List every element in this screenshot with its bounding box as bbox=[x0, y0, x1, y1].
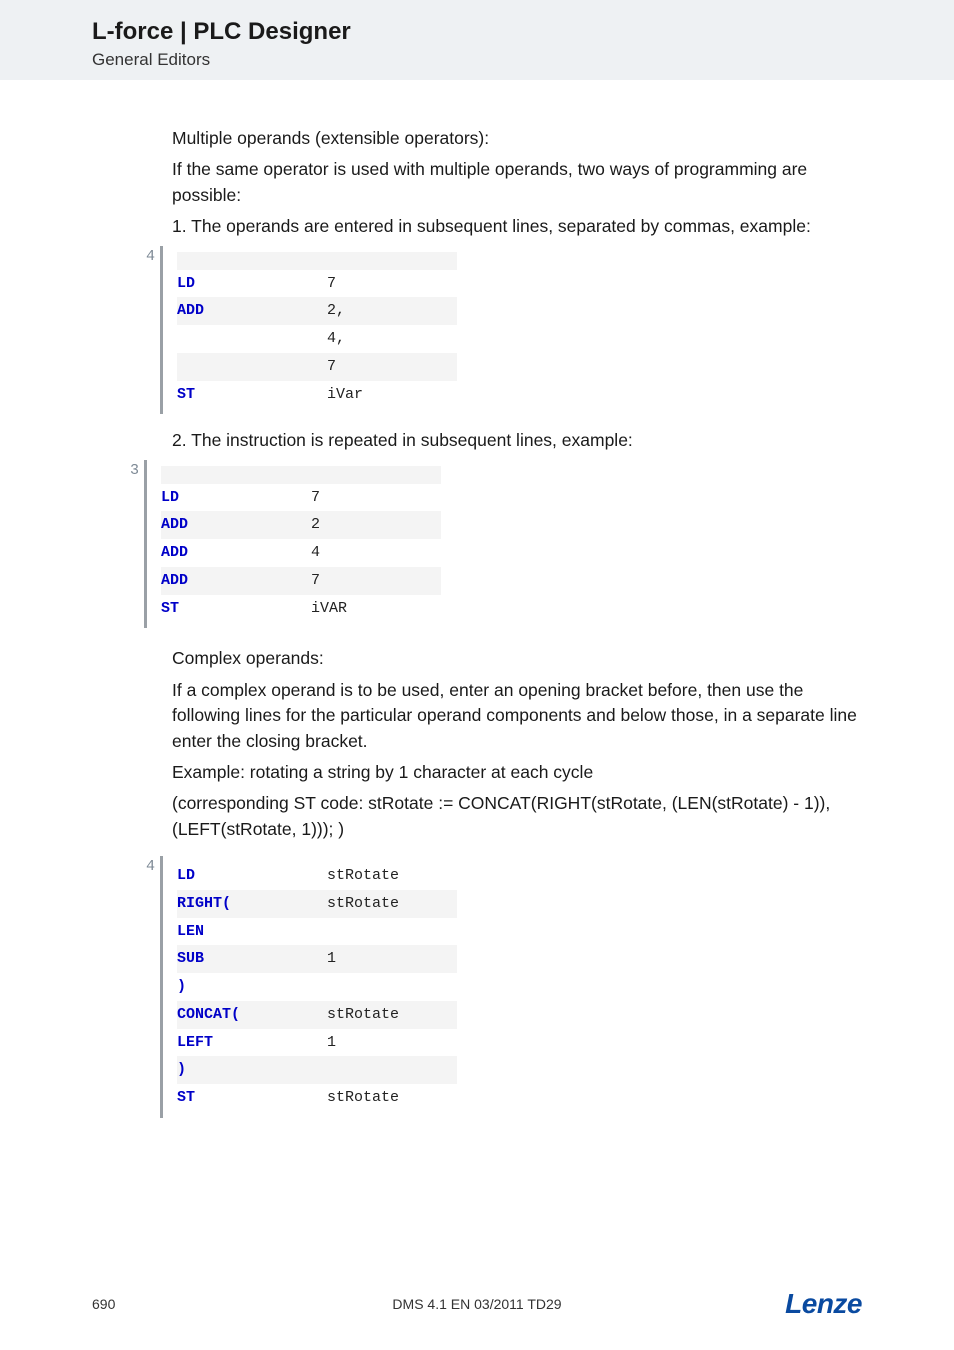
il-op: CONCAT( bbox=[177, 1001, 327, 1029]
paragraph: Complex operands: bbox=[172, 646, 862, 671]
il-op: LD bbox=[177, 862, 327, 890]
code-gutter: 3 bbox=[130, 460, 139, 482]
il-op: SUB bbox=[177, 945, 327, 973]
il-arg: stRotate bbox=[327, 862, 457, 890]
code-gutter: 4 bbox=[146, 856, 155, 878]
table-row: 7 bbox=[177, 353, 457, 381]
il-arg: stRotate bbox=[327, 1084, 457, 1112]
table-row: 4, bbox=[177, 325, 457, 353]
code-example-2: 3 LD7 ADD2 ADD4 ADD7 STiVAR bbox=[130, 460, 862, 629]
table-row: ) bbox=[177, 1056, 457, 1084]
header-title: L-force | PLC Designer bbox=[92, 18, 954, 46]
il-op: ST bbox=[177, 1084, 327, 1112]
il-op: ADD bbox=[161, 567, 311, 595]
table-row: ADD4 bbox=[161, 539, 441, 567]
code-example-3: 4 LDstRotate RIGHT(stRotate LEN SUB1 ) C… bbox=[146, 856, 862, 1118]
il-op: LEFT bbox=[177, 1029, 327, 1057]
table-row: RIGHT(stRotate bbox=[177, 890, 457, 918]
il-arg bbox=[327, 973, 457, 1001]
table-row: LDstRotate bbox=[177, 862, 457, 890]
table-row: LD7 bbox=[177, 270, 457, 298]
il-arg: 7 bbox=[311, 484, 441, 512]
il-op: ADD bbox=[161, 511, 311, 539]
table-row: ) bbox=[177, 973, 457, 1001]
paragraph: Example: rotating a string by 1 characte… bbox=[172, 760, 862, 785]
table-row: STiVAR bbox=[161, 595, 441, 623]
table-row: ADD2 bbox=[161, 511, 441, 539]
il-op: ) bbox=[177, 973, 327, 1001]
il-arg bbox=[327, 918, 457, 946]
il-arg: 4, bbox=[327, 325, 457, 353]
il-op: ) bbox=[177, 1056, 327, 1084]
brand-logo: Lenze bbox=[785, 1288, 862, 1320]
il-op: LEN bbox=[177, 918, 327, 946]
table-row: LD7 bbox=[161, 484, 441, 512]
il-op: LD bbox=[177, 270, 327, 298]
il-op bbox=[177, 325, 327, 353]
il-op: ST bbox=[161, 595, 311, 623]
table-row: ADD2, bbox=[177, 297, 457, 325]
paragraph: Multiple operands (extensible operators)… bbox=[172, 126, 862, 151]
il-arg: 1 bbox=[327, 945, 457, 973]
il-table: LDstRotate RIGHT(stRotate LEN SUB1 ) CON… bbox=[177, 862, 457, 1112]
il-op: ADD bbox=[177, 297, 327, 325]
il-arg: 7 bbox=[327, 270, 457, 298]
table-row: LEN bbox=[177, 918, 457, 946]
il-table: LD7 ADD2, 4, 7 STiVar bbox=[177, 252, 457, 409]
il-arg bbox=[327, 1056, 457, 1084]
paragraph: 1. The operands are entered in subsequen… bbox=[172, 214, 862, 239]
table-row: CONCAT(stRotate bbox=[177, 1001, 457, 1029]
il-arg: 7 bbox=[311, 567, 441, 595]
paragraph: 2. The instruction is repeated in subseq… bbox=[172, 428, 862, 453]
il-arg: 4 bbox=[311, 539, 441, 567]
il-arg: stRotate bbox=[327, 890, 457, 918]
page-number: 690 bbox=[92, 1296, 115, 1312]
il-op: LD bbox=[161, 484, 311, 512]
il-arg: 1 bbox=[327, 1029, 457, 1057]
il-op: RIGHT( bbox=[177, 890, 327, 918]
code-example-1: 4 LD7 ADD2, 4, 7 STiVar bbox=[146, 246, 862, 415]
il-arg: iVar bbox=[327, 381, 457, 409]
il-op bbox=[177, 353, 327, 381]
il-op: ST bbox=[177, 381, 327, 409]
page-footer: 690 DMS 4.1 EN 03/2011 TD29 Lenze bbox=[0, 1288, 954, 1320]
table-row: STstRotate bbox=[177, 1084, 457, 1112]
il-table: LD7 ADD2 ADD4 ADD7 STiVAR bbox=[161, 466, 441, 623]
paragraph: (corresponding ST code: stRotate := CONC… bbox=[172, 791, 862, 842]
table-row: ADD7 bbox=[161, 567, 441, 595]
il-arg: 2 bbox=[311, 511, 441, 539]
table-row: LEFT1 bbox=[177, 1029, 457, 1057]
paragraph: If a complex operand is to be used, ente… bbox=[172, 678, 862, 754]
il-arg: iVAR bbox=[311, 595, 441, 623]
page-header: L-force | PLC Designer General Editors bbox=[0, 0, 954, 80]
il-arg: 7 bbox=[327, 353, 457, 381]
table-row: SUB1 bbox=[177, 945, 457, 973]
header-subtitle: General Editors bbox=[92, 50, 954, 70]
paragraph: If the same operator is used with multip… bbox=[172, 157, 862, 208]
il-op: ADD bbox=[161, 539, 311, 567]
document-id: DMS 4.1 EN 03/2011 TD29 bbox=[392, 1296, 561, 1312]
page-body: Multiple operands (extensible operators)… bbox=[0, 80, 954, 1118]
code-gutter: 4 bbox=[146, 246, 155, 268]
il-arg: 2, bbox=[327, 297, 457, 325]
table-row: STiVar bbox=[177, 381, 457, 409]
il-arg: stRotate bbox=[327, 1001, 457, 1029]
